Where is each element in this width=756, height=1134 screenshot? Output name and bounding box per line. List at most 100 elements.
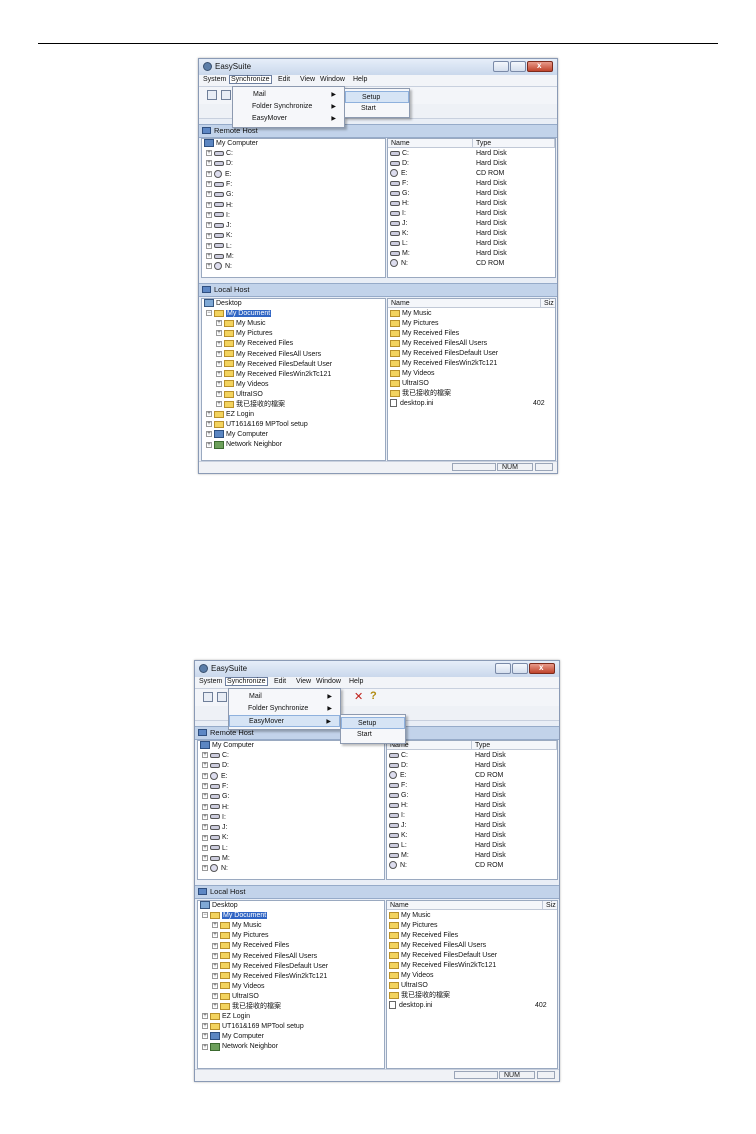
tree-node[interactable]: + My Videos [216,380,269,390]
expand-icon[interactable]: + [202,1043,208,1050]
tree-node[interactable]: + My Music [212,921,262,931]
expand-icon[interactable]: + [212,952,218,959]
column-header-name[interactable]: Name [388,299,541,308]
expand-icon[interactable]: + [216,350,222,357]
expand-icon[interactable]: + [202,824,208,831]
tree-node[interactable]: Desktop [204,299,242,309]
list-row[interactable]: G: [390,189,409,198]
list-row[interactable]: My Received FilesDefault User [390,349,498,358]
list-row[interactable]: G: [389,791,408,800]
remote-list[interactable]: Name Type C: Hard Disk D: Hard Disk E: CD ROM F:… [386,740,558,880]
list-row[interactable]: My Pictures [390,319,439,328]
list-row[interactable]: UltraISO [390,379,429,388]
expand-icon[interactable]: + [206,232,212,239]
tree-node[interactable]: + Network Neighbor [206,440,282,450]
list-row[interactable]: J: [389,821,406,830]
list-row[interactable]: UltraISO [389,981,428,990]
expand-icon[interactable]: + [206,150,212,157]
submenu-item-start[interactable]: Start [345,103,409,115]
tree-node[interactable]: + 我已接收的檔案 [212,1002,281,1012]
menu-system[interactable]: System [198,678,223,685]
list-view-icon[interactable] [203,692,213,702]
list-row[interactable]: My Received FilesWin2kTc121 [390,359,497,368]
help-icon[interactable]: ? [370,690,377,702]
local-tree[interactable]: Desktop − My Document + My Music + My Pictures… [197,900,385,1069]
menu-item-folder-synchronize[interactable]: Folder Synchronize ▶ [233,101,344,113]
list-row[interactable]: C: [389,751,408,760]
expand-icon[interactable]: + [202,855,208,862]
list-row[interactable]: My Received FilesAll Users [389,941,486,950]
menu-window[interactable]: Window [315,678,342,685]
tree-node[interactable]: − My Document [202,911,268,921]
list-row[interactable]: desktop.ini [390,399,433,408]
expand-icon[interactable]: + [206,201,212,208]
tree-node-drive[interactable]: + D: [202,761,229,771]
expand-icon[interactable]: + [216,330,222,337]
tree-node[interactable]: + My Computer [202,1032,264,1042]
column-header-type[interactable]: Type [472,741,557,750]
column-header-name[interactable]: Name [388,139,473,148]
list-row[interactable]: My Received Files [389,931,458,940]
expand-icon[interactable]: + [206,253,212,260]
details-view-icon[interactable] [217,692,227,702]
list-row[interactable]: N: [389,861,407,870]
tree-node-drive[interactable]: + K: [202,833,229,843]
local-list[interactable]: Name Siz My Music My Pictures My Received Fi… [387,298,556,461]
expand-icon[interactable]: + [202,793,208,800]
tree-node[interactable]: + My Received FilesWin2kTc121 [212,972,327,982]
remote-tree[interactable]: My Computer + C: + D: + E: + F: + G: + H: + I: + J: + K: + L… [201,138,386,278]
tree-node[interactable]: + Network Neighbor [202,1042,278,1052]
tree-node-drive[interactable]: + H: [202,803,229,813]
list-row[interactable]: F: [390,179,408,188]
tree-node-drive[interactable]: + C: [202,751,229,761]
list-row[interactable]: E: [389,771,407,780]
list-row[interactable]: My Music [390,309,432,318]
expand-icon[interactable]: + [212,993,218,1000]
tree-node-drive[interactable]: + N: [206,262,232,272]
list-row[interactable]: D: [389,761,408,770]
list-row[interactable]: My Received FilesWin2kTc121 [389,961,496,970]
tree-node-drive[interactable]: + E: [206,169,232,180]
menu-help[interactable]: Help [348,678,364,685]
remote-list[interactable]: Name Type C: Hard Disk D: Hard Disk E: CD ROM F:… [387,138,556,278]
expand-icon[interactable]: + [216,391,222,398]
tree-node-drive[interactable]: + D: [206,159,233,169]
list-row[interactable]: E: [390,169,408,178]
menu-synchronize[interactable]: Synchronize [229,75,272,84]
expand-icon[interactable]: + [202,834,208,841]
menu-view[interactable]: View [295,678,312,685]
delete-icon[interactable]: ✕ [354,690,363,703]
list-row[interactable]: M: [390,249,410,258]
maximize-button[interactable] [510,61,526,72]
list-row[interactable]: My Pictures [389,921,438,930]
tree-node[interactable]: + My Received FilesAll Users [216,350,321,360]
expand-icon[interactable]: + [206,263,212,270]
tree-node-drive[interactable]: + H: [206,201,233,211]
tree-node[interactable]: + My Received FilesAll Users [212,952,317,962]
tree-node-drive[interactable]: + G: [202,792,229,802]
tree-node[interactable]: + UT161&169 MPTool setup [202,1022,304,1032]
tree-node[interactable]: + My Received FilesWin2kTc121 [216,370,331,380]
menu-item-easymover[interactable]: EasyMover ▶ [229,715,340,727]
expand-icon[interactable]: + [202,1033,208,1040]
column-header-size[interactable]: Siz [543,901,557,910]
tree-node[interactable]: + My Computer [206,430,268,440]
tree-node-drive[interactable]: + M: [206,252,234,262]
tree-node-drive[interactable]: + F: [206,180,232,190]
expand-icon[interactable]: + [206,431,212,438]
list-row[interactable]: N: [390,259,408,268]
list-row[interactable]: H: [390,199,409,208]
list-row[interactable]: 我已接收的檔案 [389,991,450,1000]
expand-icon[interactable]: + [216,380,222,387]
expand-icon[interactable]: + [212,982,218,989]
expand-icon[interactable]: − [202,912,208,919]
tree-node-drive[interactable]: + C: [206,149,233,159]
column-header-size[interactable]: Siz [541,299,555,308]
list-row[interactable]: H: [389,801,408,810]
list-row[interactable]: C: [390,149,409,158]
expand-icon[interactable]: + [206,211,212,218]
list-row[interactable]: J: [390,219,407,228]
tree-node[interactable]: + My Videos [212,982,265,992]
menu-help[interactable]: Help [352,76,368,83]
expand-icon[interactable]: + [206,160,212,167]
